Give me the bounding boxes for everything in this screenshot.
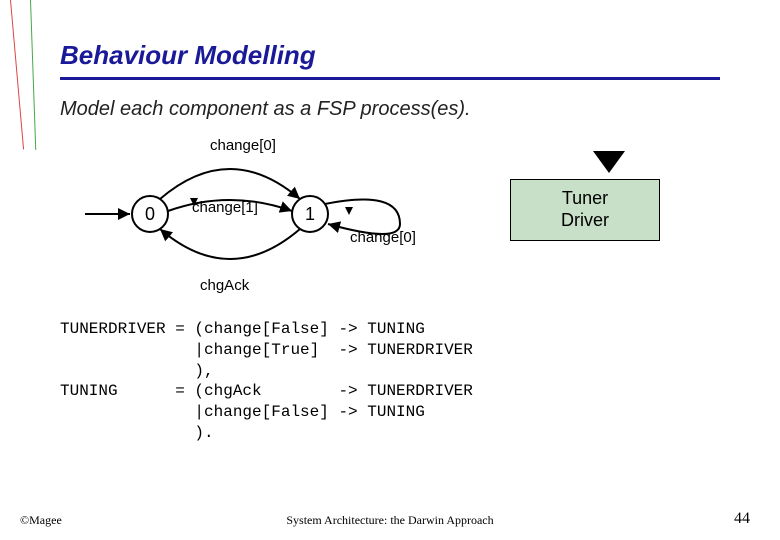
footer-caption: System Architecture: the Darwin Approach bbox=[286, 513, 493, 528]
label-chgack: chgAck bbox=[200, 277, 249, 294]
title-underline bbox=[60, 77, 720, 80]
page-title: Behaviour Modelling bbox=[60, 40, 720, 71]
state-diagram: 0 1 change[0] change[1] change[0] chgAck… bbox=[60, 129, 720, 309]
label-change0-right: change[0] bbox=[350, 229, 416, 246]
subtitle: Model each component as a FSP process(es… bbox=[60, 98, 720, 121]
page-number: 44 bbox=[734, 510, 750, 528]
tuner-driver-box: Tuner Driver bbox=[510, 179, 660, 241]
slide-content: Behaviour Modelling Model each component… bbox=[0, 0, 780, 540]
fsp-code: TUNERDRIVER = (change[False] -> TUNING |… bbox=[60, 319, 720, 444]
tuner-line2: Driver bbox=[561, 210, 609, 230]
footer-copyright: ©Magee bbox=[20, 513, 62, 528]
label-change1: change[1] bbox=[192, 199, 258, 216]
state-1-label: 1 bbox=[305, 204, 315, 224]
down-triangle-icon bbox=[593, 151, 625, 173]
tuner-line1: Tuner bbox=[562, 188, 608, 208]
state-0-label: 0 bbox=[145, 204, 155, 224]
label-change0-top: change[0] bbox=[210, 137, 276, 154]
diagram-svg: 0 1 bbox=[80, 129, 420, 309]
